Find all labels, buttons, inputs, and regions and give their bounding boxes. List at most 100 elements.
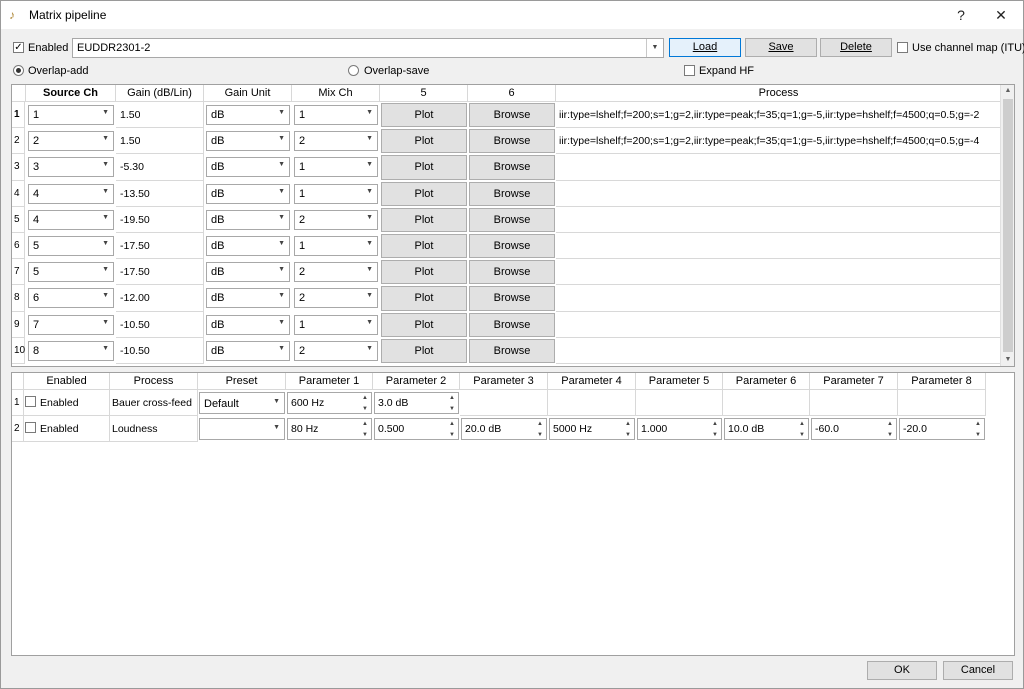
- plot-button[interactable]: Plot: [381, 103, 467, 128]
- source-channel-combo[interactable]: 6 ▼: [28, 288, 114, 309]
- browse-button[interactable]: Browse: [469, 129, 555, 154]
- gain-cell[interactable]: -17.50: [116, 233, 204, 260]
- process-cell[interactable]: [556, 206, 1002, 233]
- enabled-cell[interactable]: Enabled: [24, 416, 110, 442]
- spin-up-icon[interactable]: ▲: [710, 419, 720, 429]
- mix-channel-combo[interactable]: 2 ▼: [294, 262, 378, 283]
- gain-cell[interactable]: -10.50: [116, 311, 204, 338]
- mix-channel-combo[interactable]: 2 ▼: [294, 131, 378, 152]
- spin-down-icon[interactable]: ▼: [797, 430, 807, 440]
- parameter-8-spinbox[interactable]: -20.0 ▲ ▼: [899, 418, 985, 440]
- process-cell[interactable]: [556, 259, 1002, 286]
- column-header[interactable]: Process: [556, 85, 1002, 102]
- use-channel-map-checkbox[interactable]: [897, 42, 908, 53]
- process-cell[interactable]: [556, 233, 1002, 260]
- expand-hf-checkbox[interactable]: [684, 65, 695, 76]
- parameter-4-spinbox[interactable]: 5000 Hz ▲ ▼: [549, 418, 635, 440]
- overlap-save-radio[interactable]: [348, 65, 359, 76]
- mix-channel-combo[interactable]: 1 ▼: [294, 105, 378, 125]
- enabled-checkbox[interactable]: ✓: [13, 42, 24, 53]
- spin-up-icon[interactable]: ▲: [885, 419, 895, 429]
- source-channel-combo[interactable]: 5 ▼: [28, 236, 114, 256]
- plot-button[interactable]: Plot: [381, 234, 467, 259]
- gain-unit-combo[interactable]: dB ▼: [206, 209, 290, 230]
- gain-unit-combo[interactable]: dB ▼: [206, 340, 290, 361]
- preset-combo[interactable]: Default ▼: [199, 392, 285, 414]
- gain-unit-combo[interactable]: dB ▼: [206, 131, 290, 152]
- gain-unit-combo[interactable]: dB ▼: [206, 288, 290, 309]
- gain-unit-combo[interactable]: dB ▼: [206, 314, 290, 335]
- vertical-scrollbar[interactable]: ▲ ▼: [1000, 85, 1014, 366]
- load-button[interactable]: Load: [669, 38, 741, 57]
- plot-button[interactable]: Plot: [381, 338, 467, 363]
- gain-cell[interactable]: 1.50: [116, 102, 204, 129]
- parameter-6-spinbox[interactable]: 10.0 dB ▲ ▼: [724, 418, 809, 440]
- gain-unit-combo[interactable]: dB ▼: [206, 157, 290, 178]
- scroll-up-icon[interactable]: ▲: [1001, 85, 1014, 97]
- spin-up-icon[interactable]: ▲: [360, 419, 370, 429]
- column-header[interactable]: Parameter 2: [373, 373, 460, 390]
- process-cell[interactable]: Loudness: [110, 416, 198, 442]
- process-cell[interactable]: [556, 154, 1002, 181]
- gain-cell[interactable]: -19.50: [116, 206, 204, 233]
- gain-cell[interactable]: -10.50: [116, 337, 204, 364]
- source-channel-combo[interactable]: 5 ▼: [28, 262, 114, 283]
- source-channel-combo[interactable]: 4 ▼: [28, 183, 114, 204]
- spin-down-icon[interactable]: ▼: [447, 404, 457, 414]
- spin-down-icon[interactable]: ▼: [447, 430, 457, 440]
- spin-up-icon[interactable]: ▲: [973, 419, 983, 429]
- spin-up-icon[interactable]: ▲: [623, 419, 633, 429]
- spin-up-icon[interactable]: ▲: [797, 419, 807, 429]
- plot-button[interactable]: Plot: [381, 260, 467, 285]
- browse-button[interactable]: Browse: [469, 207, 555, 232]
- process-cell[interactable]: [556, 180, 1002, 207]
- browse-button[interactable]: Browse: [469, 286, 555, 311]
- process-cell[interactable]: [556, 285, 1002, 312]
- gain-cell[interactable]: 1.50: [116, 128, 204, 155]
- column-header[interactable]: Parameter 3: [460, 373, 548, 390]
- scroll-down-icon[interactable]: ▼: [1001, 354, 1014, 366]
- column-header[interactable]: Gain Unit: [204, 85, 292, 102]
- source-channel-combo[interactable]: 4 ▼: [28, 209, 114, 230]
- spin-down-icon[interactable]: ▼: [360, 404, 370, 414]
- browse-button[interactable]: Browse: [469, 181, 555, 206]
- process-cell[interactable]: [556, 337, 1002, 364]
- help-button[interactable]: ?: [941, 1, 981, 29]
- browse-button[interactable]: Browse: [469, 155, 555, 180]
- scrollbar-thumb[interactable]: [1003, 99, 1013, 352]
- enabled-checkbox[interactable]: [25, 422, 36, 433]
- cancel-button[interactable]: Cancel: [943, 661, 1013, 680]
- column-header[interactable]: Parameter 7: [810, 373, 898, 390]
- plot-button[interactable]: Plot: [381, 129, 467, 154]
- process-cell[interactable]: [556, 311, 1002, 338]
- plot-button[interactable]: Plot: [381, 207, 467, 232]
- plot-button[interactable]: Plot: [381, 181, 467, 206]
- spin-up-icon[interactable]: ▲: [360, 393, 370, 403]
- source-channel-combo[interactable]: 8 ▼: [28, 340, 114, 361]
- spin-up-icon[interactable]: ▲: [535, 419, 545, 429]
- plot-button[interactable]: Plot: [381, 286, 467, 311]
- enabled-cell[interactable]: Enabled: [24, 390, 110, 416]
- gain-unit-combo[interactable]: dB ▼: [206, 183, 290, 204]
- column-header[interactable]: Parameter 1: [286, 373, 373, 390]
- ok-button[interactable]: OK: [867, 661, 937, 680]
- gain-unit-combo[interactable]: dB ▼: [206, 262, 290, 283]
- mix-channel-combo[interactable]: 2 ▼: [294, 340, 378, 361]
- column-header[interactable]: Gain (dB/Lin): [116, 85, 204, 102]
- close-button[interactable]: ✕: [981, 1, 1021, 29]
- overlap-add-radio[interactable]: [13, 65, 24, 76]
- parameter-3-spinbox[interactable]: 20.0 dB ▲ ▼: [461, 418, 547, 440]
- column-header[interactable]: Parameter 5: [636, 373, 723, 390]
- plot-button[interactable]: Plot: [381, 312, 467, 337]
- spin-up-icon[interactable]: ▲: [447, 393, 457, 403]
- mix-channel-combo[interactable]: 1 ▼: [294, 157, 378, 178]
- column-header[interactable]: 5: [380, 85, 468, 102]
- gain-cell[interactable]: -5.30: [116, 154, 204, 181]
- column-header[interactable]: Parameter 8: [898, 373, 986, 390]
- process-cell[interactable]: Bauer cross-feed: [110, 390, 198, 416]
- source-channel-combo[interactable]: 2 ▼: [28, 131, 114, 152]
- source-channel-combo[interactable]: 7 ▼: [28, 314, 114, 335]
- column-header[interactable]: Mix Ch: [292, 85, 380, 102]
- browse-button[interactable]: Browse: [469, 260, 555, 285]
- save-button[interactable]: Save: [745, 38, 817, 57]
